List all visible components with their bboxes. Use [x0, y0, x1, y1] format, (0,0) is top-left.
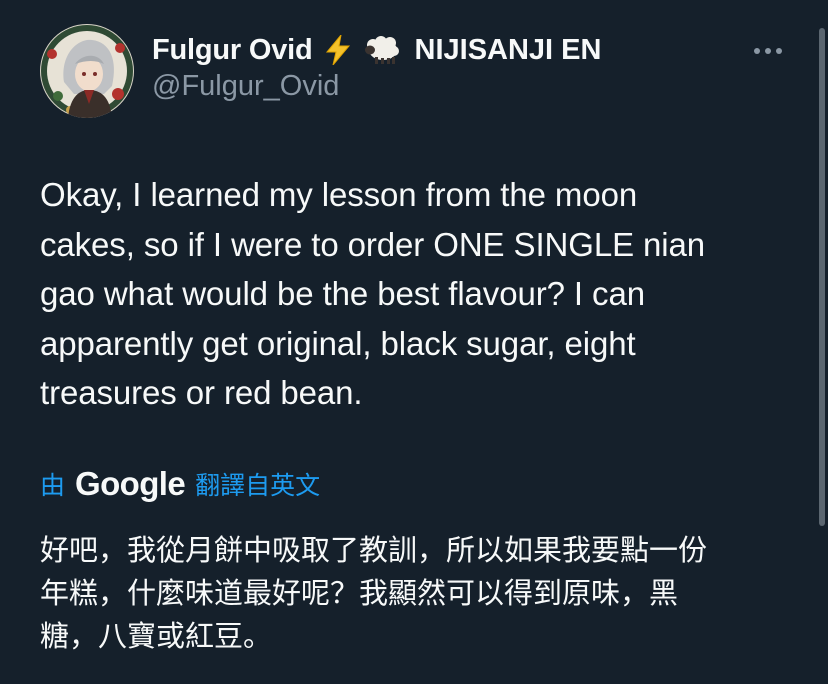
more-button[interactable] — [748, 34, 788, 68]
avatar[interactable] — [40, 24, 134, 118]
author-name-row: Fulgur Ovid NIJISANJI EN — [152, 30, 601, 70]
tweet-text: Okay, I learned my lesson from the moon … — [40, 176, 706, 411]
more-horizontal-icon — [753, 47, 783, 55]
sheep-icon — [363, 35, 403, 65]
by-label: 由 — [40, 472, 66, 500]
tweet: Fulgur Ovid NIJISANJI EN @Fulgur_Ovid Ok… — [0, 0, 828, 684]
translated-text: 好吧，我從月餅中吸取了教訓，所以如果我要點一份 年糕，什麼味道最好呢？我顯然可以… — [40, 535, 708, 653]
user-handle[interactable]: @Fulgur_Ovid — [152, 70, 339, 103]
lightning-icon — [325, 35, 351, 65]
display-name[interactable]: Fulgur Ovid — [152, 34, 313, 67]
scrollbar[interactable] — [816, 0, 828, 684]
translated-from-label[interactable]: 翻譯自英文 — [195, 466, 320, 502]
translation-attribution[interactable]: 由 Google 翻譯自英文 — [40, 460, 320, 508]
scrollbar-thumb[interactable] — [819, 28, 825, 526]
google-logo: Google — [75, 465, 186, 502]
affiliation-label: NIJISANJI EN — [414, 33, 602, 66]
